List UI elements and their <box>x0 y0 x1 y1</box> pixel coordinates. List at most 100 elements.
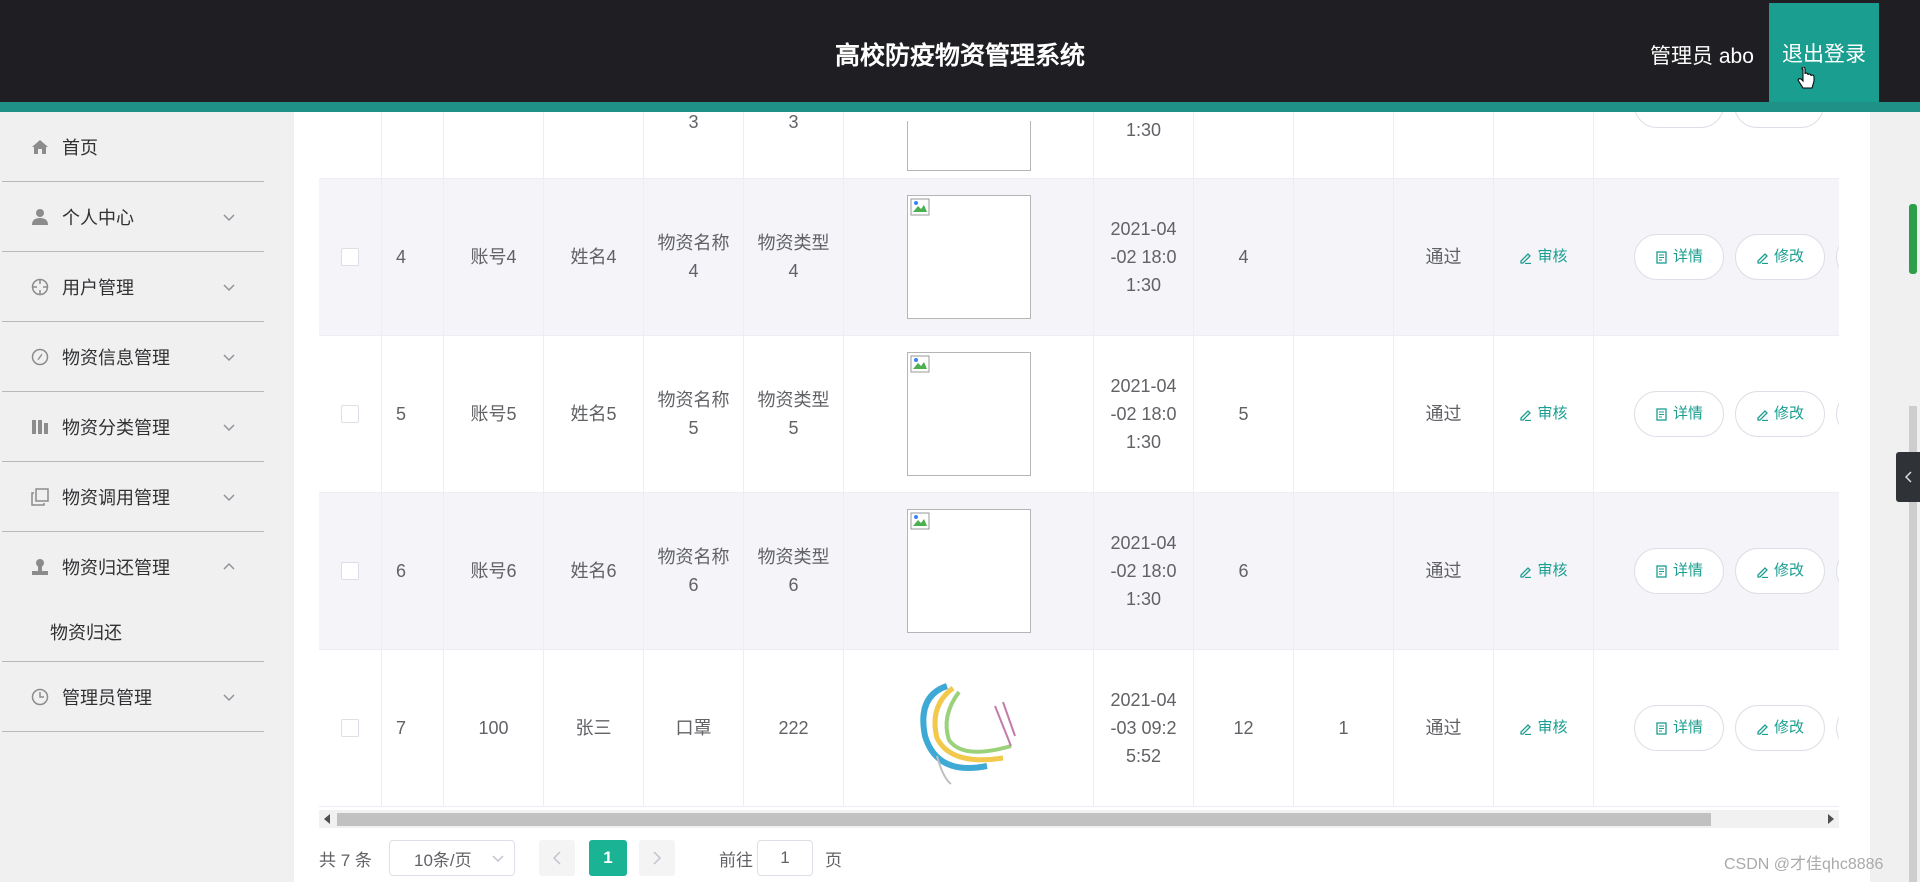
sidebar-item-goods-return-management[interactable]: 物资归还管理 <box>2 532 264 602</box>
home-icon <box>30 137 50 157</box>
table-cell <box>1294 493 1394 649</box>
table-cell: 2021-04 -03 09:2 5:52 <box>1094 650 1194 806</box>
table-cell: 222 <box>744 650 844 806</box>
delete-button[interactable] <box>1836 548 1839 594</box>
stamp-icon <box>30 557 50 577</box>
table-cell <box>382 112 444 178</box>
scroll-left-icon[interactable] <box>323 814 331 824</box>
detail-button[interactable]: 详情 <box>1634 705 1724 751</box>
delete-button[interactable] <box>1836 234 1839 280</box>
detail-button[interactable] <box>1634 112 1724 128</box>
sidebar-item-user-management[interactable]: 用户管理 <box>2 252 264 322</box>
edit-button[interactable]: 修改 <box>1735 391 1825 437</box>
review-button[interactable]: 审核 <box>1519 557 1568 585</box>
edit-label: 修改 <box>1773 719 1804 736</box>
side-panel-toggle[interactable] <box>1896 452 1920 502</box>
cell-quantity: 12 <box>1233 718 1254 738</box>
cell-account: 账号5 <box>470 404 517 424</box>
text-line: 6 <box>788 575 799 595</box>
crosshair-icon <box>30 277 50 297</box>
cell-time: 2021-04 -02 18:0 1:30 <box>1110 215 1176 299</box>
table-cell <box>319 112 382 178</box>
edit-button[interactable] <box>1734 112 1824 128</box>
table-cell <box>844 650 1094 806</box>
review-button[interactable]: 审核 <box>1519 400 1568 428</box>
text-line: 物资类型 <box>757 233 830 253</box>
edit-button[interactable]: 修改 <box>1735 234 1825 280</box>
table-cell: 通过 <box>1394 650 1494 806</box>
row-checkbox[interactable] <box>341 562 359 580</box>
edit-button[interactable]: 修改 <box>1735 705 1825 751</box>
table-cell: 物资类型 6 <box>744 493 844 649</box>
next-page-button[interactable] <box>639 840 675 876</box>
table-cell <box>319 493 382 649</box>
edit-pen-icon <box>1757 723 1768 735</box>
chevron-left-icon <box>1904 471 1912 483</box>
sidebar-item-goods-category-management[interactable]: 物资分类管理 <box>2 392 264 462</box>
horizontal-scrollbar[interactable] <box>319 810 1839 828</box>
cell-goods-type: 222 <box>778 718 809 738</box>
document-icon <box>1656 407 1667 421</box>
table-cell: 5 <box>382 336 444 492</box>
copy-icon <box>30 487 50 507</box>
sidebar-item-goods-dispatch-management[interactable]: 物资调用管理 <box>2 462 264 532</box>
text-line: 2021-04 <box>1110 690 1177 710</box>
table-cell <box>1294 336 1394 492</box>
text-line: 物资名称 <box>657 547 730 567</box>
cell-time: 2021-04 -02 18:0 1:30 <box>1110 372 1176 456</box>
table-row: 7 100 张三 口罩 222 2021-04 -03 09:2 5:52 12 1 通过 审核 详情 修… <box>319 650 1839 807</box>
table-cell: 物资名称 5 <box>644 336 744 492</box>
document-icon <box>1656 564 1667 578</box>
text-line: 1:30 <box>1125 589 1162 609</box>
prev-page-button[interactable] <box>539 840 575 876</box>
goto-label: 前往 <box>719 850 753 870</box>
row-checkbox[interactable] <box>341 248 359 266</box>
document-icon <box>1656 250 1667 264</box>
detail-button[interactable]: 详情 <box>1634 234 1724 280</box>
detail-button[interactable]: 详情 <box>1634 548 1724 594</box>
table-cell <box>1394 112 1494 178</box>
review-button[interactable]: 审核 <box>1519 243 1568 271</box>
row-checkbox[interactable] <box>341 719 359 737</box>
table-cell <box>844 112 1094 178</box>
page-size-select[interactable]: 10条/页 <box>389 840 515 876</box>
cell-status: 通过 <box>1425 247 1462 267</box>
sidebar-item-personal-center[interactable]: 个人中心 <box>2 182 264 252</box>
cell-time: 2021-04 -03 09:2 5:52 <box>1110 686 1176 770</box>
chevron-down-icon <box>223 213 235 221</box>
cell-name: 姓名4 <box>570 247 617 267</box>
edit-pen-icon <box>1757 252 1768 264</box>
sidebar-item-admin-management[interactable]: 管理员管理 <box>2 662 264 732</box>
table-cell: 口罩 <box>644 650 744 806</box>
header-accent-bar <box>0 102 1920 112</box>
delete-button[interactable] <box>1836 705 1839 751</box>
submenu-item-goods-return[interactable]: 物资归还 <box>2 602 264 662</box>
pagination: 共 7 条 10条/页 1 前往 1 页 <box>319 840 1219 878</box>
cell-status: 通过 <box>1425 404 1462 424</box>
document-icon <box>1656 721 1667 735</box>
page-number-1[interactable]: 1 <box>589 840 627 876</box>
text-line: 5:52 <box>1125 746 1162 766</box>
cell-status: 通过 <box>1425 718 1462 738</box>
page-suffix: 页 <box>825 850 842 870</box>
scroll-right-icon[interactable] <box>1827 814 1835 824</box>
table-row: 3 3 1:30 <box>319 112 1839 179</box>
scrollbar-thumb[interactable] <box>337 813 1711 826</box>
sidebar-item-goods-info-management[interactable]: 物资信息管理 <box>2 322 264 392</box>
edit-button[interactable]: 修改 <box>1735 548 1825 594</box>
cell-account: 账号6 <box>470 561 517 581</box>
goto-page-input[interactable]: 1 <box>757 840 813 876</box>
review-label: 审核 <box>1537 562 1568 579</box>
logout-button[interactable]: 退出登录 <box>1769 3 1879 102</box>
table-cell: 2021-04 -02 18:0 1:30 <box>1094 493 1194 649</box>
table-cell: 张三 <box>544 650 644 806</box>
text-line: 2021-04 <box>1110 376 1177 396</box>
sidebar-item-home[interactable]: 首页 <box>2 112 264 182</box>
row-checkbox[interactable] <box>341 405 359 423</box>
detail-button[interactable]: 详情 <box>1634 391 1724 437</box>
cell-name: 姓名5 <box>570 404 617 424</box>
review-button[interactable]: 审核 <box>1519 714 1568 742</box>
delete-button[interactable] <box>1836 391 1839 437</box>
table-cell: 2021-04 -02 18:0 1:30 <box>1094 179 1194 335</box>
cell-account: 账号4 <box>470 247 517 267</box>
